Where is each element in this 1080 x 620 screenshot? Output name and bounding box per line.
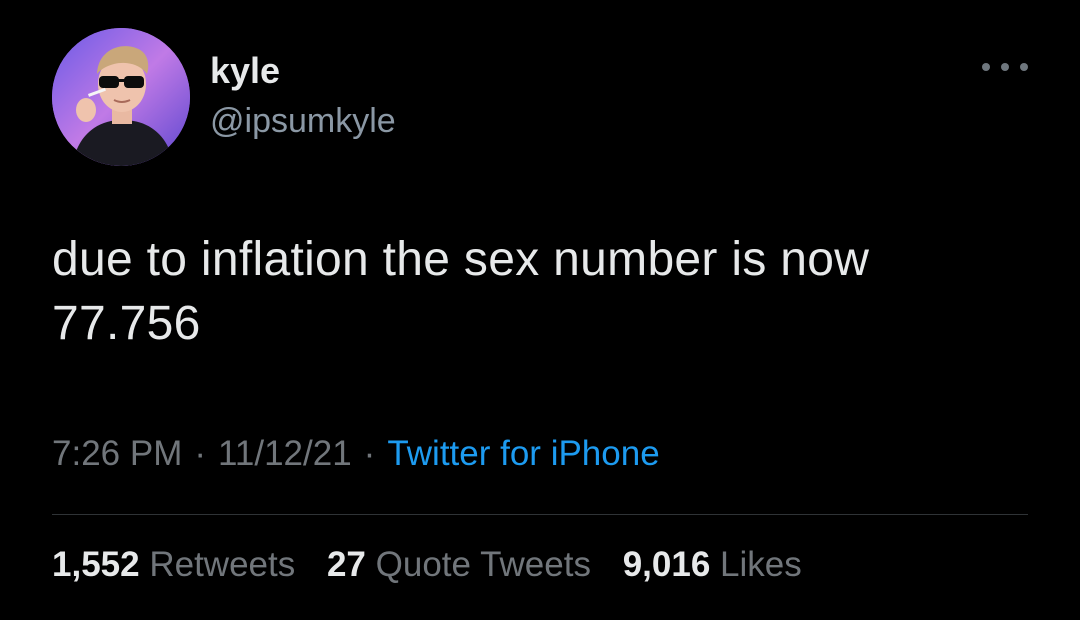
avatar[interactable]: [52, 28, 190, 166]
more-dot: [1001, 63, 1009, 71]
meta-separator: ·: [363, 434, 376, 473]
user-handle[interactable]: @ipsumkyle: [210, 102, 396, 141]
engagement-stats: 1,552 Retweets 27 Quote Tweets 9,016 Lik…: [52, 545, 824, 585]
tweet-text: due to inflation the sex number is now 7…: [52, 233, 870, 350]
more-dot: [982, 63, 990, 71]
quote-tweets-count: 27: [326, 545, 366, 584]
retweets-stat[interactable]: 1,552 Retweets: [52, 545, 295, 584]
retweets-count: 1,552: [52, 545, 140, 584]
tweet-source-link[interactable]: Twitter for iPhone: [387, 434, 659, 473]
quote-tweets-stat[interactable]: 27 Quote Tweets: [327, 545, 591, 584]
profile-photo-icon: [52, 28, 190, 166]
quote-tweets-label: Quote Tweets: [375, 545, 591, 584]
tweet-date[interactable]: 11/12/21: [218, 434, 352, 473]
retweets-label: Retweets: [149, 545, 296, 584]
more-dot: [1020, 63, 1028, 71]
tweet-meta: 7:26 PM · 11/12/21 · Twitter for iPhone: [52, 434, 660, 474]
meta-separator: ·: [194, 434, 207, 473]
likes-label: Likes: [720, 545, 802, 584]
likes-stat[interactable]: 9,016 Likes: [623, 545, 802, 584]
likes-count: 9,016: [622, 545, 711, 584]
display-name[interactable]: kyle: [210, 50, 280, 92]
more-options-icon[interactable]: [982, 56, 1028, 78]
divider: [52, 514, 1028, 515]
tweet-time[interactable]: 7:26 PM: [52, 434, 182, 473]
